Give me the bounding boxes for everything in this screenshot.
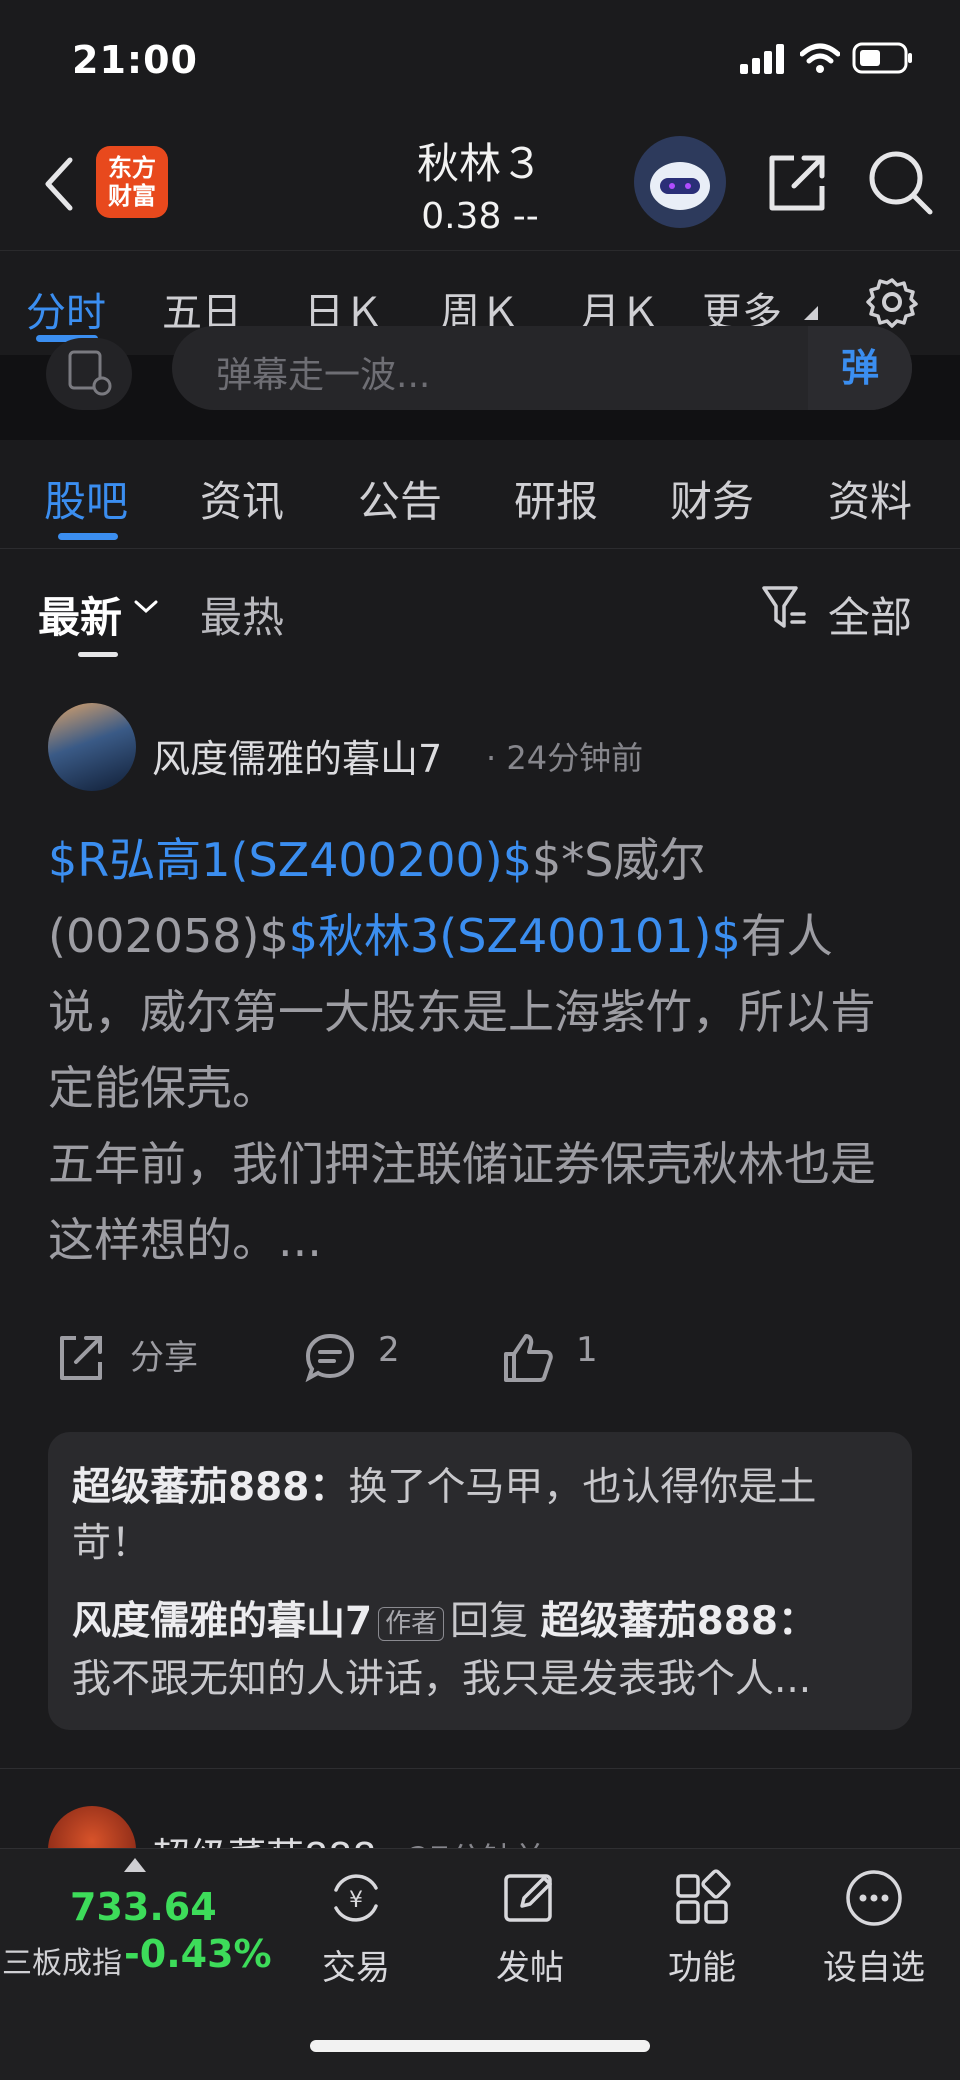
- danmaku-settings-icon: [68, 350, 112, 396]
- tab-guba[interactable]: 股吧: [44, 468, 128, 529]
- settings-icon[interactable]: [866, 276, 918, 328]
- reply-verb: 回复: [450, 1599, 529, 1644]
- tab-trade[interactable]: 交易: [296, 1940, 416, 1989]
- trade-icon[interactable]: ¥: [326, 1868, 386, 1928]
- like-icon[interactable]: [502, 1332, 554, 1384]
- assistant-avatar[interactable]: [634, 136, 726, 228]
- battery-icon: [852, 42, 912, 74]
- index-name[interactable]: 三板成指: [2, 1938, 122, 1982]
- danmaku-placeholder: 弹幕走一波...: [216, 355, 431, 396]
- tab-intraday[interactable]: 分时: [26, 280, 106, 338]
- post-body[interactable]: $R弘高1(SZ400200)$$*S威尔(002058)$$秋林3(SZ400…: [48, 822, 888, 1278]
- index-value[interactable]: 733.64: [70, 1885, 217, 1929]
- post-divider: [0, 1768, 960, 1769]
- wifi-icon: [800, 43, 840, 73]
- more-icon[interactable]: [844, 1868, 904, 1928]
- tab-post[interactable]: 发帖: [470, 1940, 590, 1989]
- danmaku-send-button[interactable]: 弹: [808, 326, 912, 410]
- post-text: 五年前，我们押注联储证券保壳秋林也是这样想的。...: [48, 1137, 876, 1267]
- share-icon[interactable]: [764, 150, 830, 216]
- reply-text: 我不跟无知的人讲话，我只是发表我个人...: [72, 1657, 812, 1702]
- stock-link[interactable]: $R弘高1(SZ400200)$: [48, 833, 532, 887]
- tab-announcements[interactable]: 公告: [358, 468, 442, 529]
- functions-icon[interactable]: [672, 1868, 732, 1928]
- share-button[interactable]: 分享: [130, 1330, 198, 1379]
- chevron-down-icon: [134, 600, 158, 614]
- post-time: · 24分钟前: [486, 739, 644, 777]
- expand-up-icon[interactable]: [124, 1858, 146, 1872]
- robot-icon: [650, 162, 710, 210]
- signal-icon: [740, 44, 784, 74]
- section-tab-indicator: [58, 533, 118, 540]
- reply-item[interactable]: 风度儒雅的暮山7 作者 回复 超级蕃茄888：: [72, 1594, 817, 1650]
- more-dropdown-icon: [804, 306, 818, 320]
- home-indicator[interactable]: [310, 2040, 650, 2052]
- sort-indicator: [78, 652, 118, 657]
- like-count[interactable]: 1: [576, 1330, 598, 1370]
- share-icon[interactable]: [54, 1332, 106, 1384]
- status-time: 21:00: [72, 38, 198, 82]
- post-author[interactable]: 风度儒雅的暮山7: [152, 728, 442, 783]
- search-icon[interactable]: [866, 148, 934, 216]
- comment-count[interactable]: 2: [378, 1330, 400, 1370]
- post-icon[interactable]: [500, 1868, 560, 1928]
- filter-all[interactable]: 全部: [828, 584, 912, 645]
- author-badge: 作者: [378, 1606, 445, 1641]
- filter-icon[interactable]: [760, 584, 806, 632]
- reply-author[interactable]: 风度儒雅的暮山7: [72, 1599, 372, 1644]
- section-tabs: [0, 440, 960, 549]
- tab-functions[interactable]: 功能: [642, 1940, 762, 1989]
- tab-research[interactable]: 研报: [514, 468, 598, 529]
- index-change[interactable]: -0.43%: [124, 1932, 272, 1976]
- tab-add-watchlist[interactable]: 设自选: [814, 1940, 934, 1989]
- tab-profile[interactable]: 资料: [828, 468, 912, 529]
- sort-hot[interactable]: 最热: [200, 584, 284, 645]
- svg-text:¥: ¥: [349, 1888, 363, 1913]
- avatar[interactable]: [48, 703, 136, 791]
- comment-icon[interactable]: [304, 1332, 356, 1384]
- reply-target[interactable]: 超级蕃茄888：: [541, 1599, 817, 1644]
- reply-author[interactable]: 超级蕃茄888：: [72, 1465, 348, 1510]
- stock-link[interactable]: $秋林3(SZ400101)$: [289, 909, 741, 963]
- tab-news[interactable]: 资讯: [200, 468, 284, 529]
- sort-latest[interactable]: 最新: [38, 584, 122, 645]
- reply-item[interactable]: 超级蕃茄888：换了个马甲，也认得你是土苛！: [72, 1460, 872, 1572]
- tab-finance[interactable]: 财务: [670, 468, 754, 529]
- danmaku-settings-button[interactable]: [46, 338, 132, 410]
